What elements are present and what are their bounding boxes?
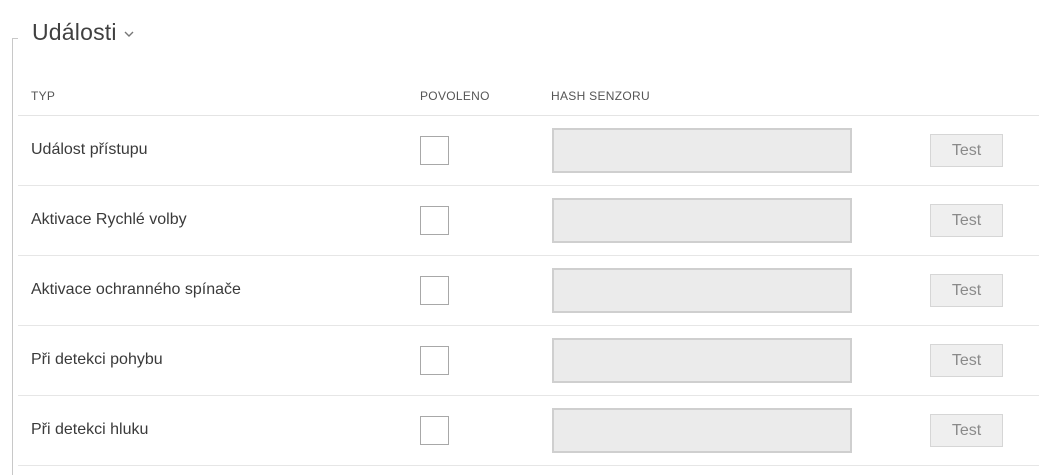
enabled-checkbox[interactable] xyxy=(420,206,449,235)
test-button[interactable]: Test xyxy=(930,204,1003,237)
test-button[interactable]: Test xyxy=(930,274,1003,307)
table-row: Událost přístupu Test xyxy=(18,116,1039,186)
events-table: TYP POVOLENO HASH SENZORU Událost přístu… xyxy=(18,75,1039,466)
table-row: Aktivace ochranného spínače Test xyxy=(18,256,1039,326)
table-row: Při detekci hluku Test xyxy=(18,396,1039,466)
sensor-hash-input[interactable] xyxy=(552,198,852,243)
sensor-hash-input[interactable] xyxy=(552,408,852,453)
enabled-checkbox[interactable] xyxy=(420,276,449,305)
section-frame-line xyxy=(12,38,13,475)
chevron-down-icon xyxy=(124,31,134,37)
enabled-checkbox[interactable] xyxy=(420,416,449,445)
test-button[interactable]: Test xyxy=(930,414,1003,447)
enabled-checkbox[interactable] xyxy=(420,136,449,165)
test-button[interactable]: Test xyxy=(930,344,1003,377)
table-header: TYP POVOLENO HASH SENZORU xyxy=(18,75,1039,116)
event-type-label: Při detekci pohybu xyxy=(31,351,163,368)
column-header-type: TYP xyxy=(31,89,56,103)
section-title: Události xyxy=(32,18,117,45)
section-frame-tick xyxy=(12,38,18,39)
sensor-hash-input[interactable] xyxy=(552,268,852,313)
section-header-udalosti[interactable]: Události xyxy=(32,14,135,50)
sensor-hash-input[interactable] xyxy=(552,338,852,383)
test-button[interactable]: Test xyxy=(930,134,1003,167)
column-header-enabled: POVOLENO xyxy=(420,89,490,103)
sensor-hash-input[interactable] xyxy=(552,128,852,173)
event-type-label: Aktivace Rychlé volby xyxy=(31,211,187,228)
event-type-label: Při detekci hluku xyxy=(31,421,149,438)
table-row: Při detekci pohybu Test xyxy=(18,326,1039,396)
event-type-label: Událost přístupu xyxy=(31,141,148,158)
table-row: Aktivace Rychlé volby Test xyxy=(18,186,1039,256)
event-type-label: Aktivace ochranného spínače xyxy=(31,281,241,298)
enabled-checkbox[interactable] xyxy=(420,346,449,375)
column-header-hash: HASH SENZORU xyxy=(551,89,650,103)
